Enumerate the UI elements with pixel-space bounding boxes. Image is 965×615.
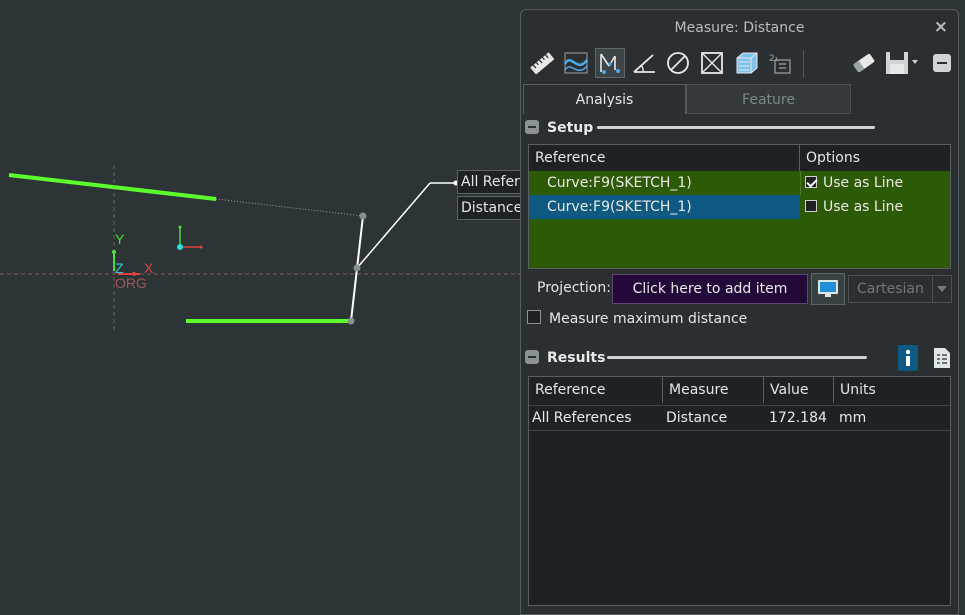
chevron-down-icon — [937, 286, 947, 292]
window-title: Measure: Distance — [674, 20, 805, 36]
report-button[interactable] — [930, 345, 954, 371]
max-distance-checkbox[interactable] — [527, 310, 541, 324]
section-divider — [607, 356, 867, 359]
coordinate-system-select[interactable]: Cartesian — [848, 275, 952, 303]
callout-reference: All References — [457, 170, 527, 194]
title-bar[interactable]: Measure: Distance × — [521, 10, 958, 46]
column-header-reference[interactable]: Reference — [529, 145, 800, 171]
results-title: Results — [547, 350, 606, 366]
point-marker — [347, 317, 355, 325]
angle-icon[interactable] — [629, 48, 659, 78]
x-axis-label: X — [144, 260, 154, 276]
area-icon[interactable] — [697, 48, 727, 78]
transform-icon[interactable]: 2₁ — [765, 48, 795, 78]
column-header-units[interactable]: Units — [834, 377, 950, 403]
results-section-header[interactable]: Results — [525, 350, 605, 370]
info-button[interactable] — [898, 345, 918, 371]
report-icon — [934, 348, 950, 368]
origin-label: ORG — [115, 275, 147, 291]
measure-panel: Measure: Distance × 2₁ Analysis Feature … — [520, 9, 959, 615]
column-header-value[interactable]: Value — [764, 377, 834, 403]
leader-line — [356, 182, 431, 269]
use-as-line-option: Use as Line — [805, 171, 903, 195]
callout-measure: Distance — [457, 196, 527, 220]
minimize-icon[interactable] — [927, 48, 957, 78]
setup-reference-grid: Reference Options Curve:F9(SKETCH_1) Use… — [528, 144, 951, 269]
table-row[interactable]: All References Distance 172.184 mm — [529, 405, 950, 431]
extension-line — [215, 198, 364, 217]
y-axis-label: Y — [115, 231, 125, 247]
results-grid: Reference Measure Value Units All Refere… — [528, 376, 951, 606]
option-label: Use as Line — [823, 175, 904, 191]
coordinate-system-value: Cartesian — [857, 281, 924, 297]
distance-measure-icon[interactable] — [595, 48, 625, 78]
projection-label: Projection: — [537, 280, 611, 296]
table-row[interactable]: Curve:F9(SKETCH_1) Use as Line — [529, 171, 950, 195]
max-distance-label: Measure maximum distance — [549, 311, 748, 327]
volume-icon[interactable] — [731, 48, 761, 78]
toolbar: 2₁ — [525, 46, 955, 82]
close-button[interactable]: × — [934, 17, 948, 37]
eraser-icon[interactable] — [849, 48, 879, 78]
projection-view-button[interactable] — [811, 273, 845, 305]
use-as-line-checkbox[interactable] — [805, 200, 817, 212]
column-header-options[interactable]: Options — [800, 145, 950, 171]
curve-icon[interactable] — [561, 48, 591, 78]
monitor-icon — [818, 280, 838, 297]
diameter-icon[interactable] — [663, 48, 693, 78]
info-icon — [905, 349, 911, 366]
result-measure: Distance — [666, 410, 728, 426]
section-divider — [597, 126, 875, 129]
triad-origin — [177, 244, 183, 250]
option-label: Use as Line — [823, 199, 904, 215]
result-value: 172.184 — [769, 410, 827, 426]
save-icon[interactable] — [883, 48, 921, 78]
result-reference: All References — [532, 410, 632, 426]
collapse-icon[interactable] — [525, 120, 539, 134]
column-header-measure[interactable]: Measure — [663, 377, 764, 403]
collapse-icon[interactable] — [525, 350, 539, 364]
row-reference: Curve:F9(SKETCH_1) — [547, 175, 692, 191]
ruler-icon[interactable] — [527, 48, 557, 78]
use-as-line-option: Use as Line — [805, 195, 903, 219]
setup-section-header[interactable]: Setup — [525, 120, 593, 140]
row-reference: Curve:F9(SKETCH_1) — [547, 199, 692, 215]
result-units: mm — [839, 410, 867, 426]
tab-bar: Analysis Feature — [523, 84, 956, 114]
z-axis-label: Z — [115, 260, 124, 276]
point-marker — [359, 212, 367, 220]
svg-text:2₁: 2₁ — [769, 54, 779, 64]
column-header-reference[interactable]: Reference — [529, 377, 663, 403]
setup-title: Setup — [547, 120, 594, 136]
projection-add-item-button[interactable]: Click here to add item — [612, 274, 808, 304]
tab-feature[interactable]: Feature — [686, 84, 851, 114]
table-row[interactable]: Curve:F9(SKETCH_1) Use as Line — [529, 195, 950, 219]
sketch-curve-upper — [8, 173, 217, 201]
max-distance-option[interactable]: Measure maximum distance — [527, 310, 747, 327]
use-as-line-checkbox[interactable] — [805, 176, 817, 188]
tab-analysis[interactable]: Analysis — [523, 84, 686, 114]
point-marker — [353, 264, 361, 272]
